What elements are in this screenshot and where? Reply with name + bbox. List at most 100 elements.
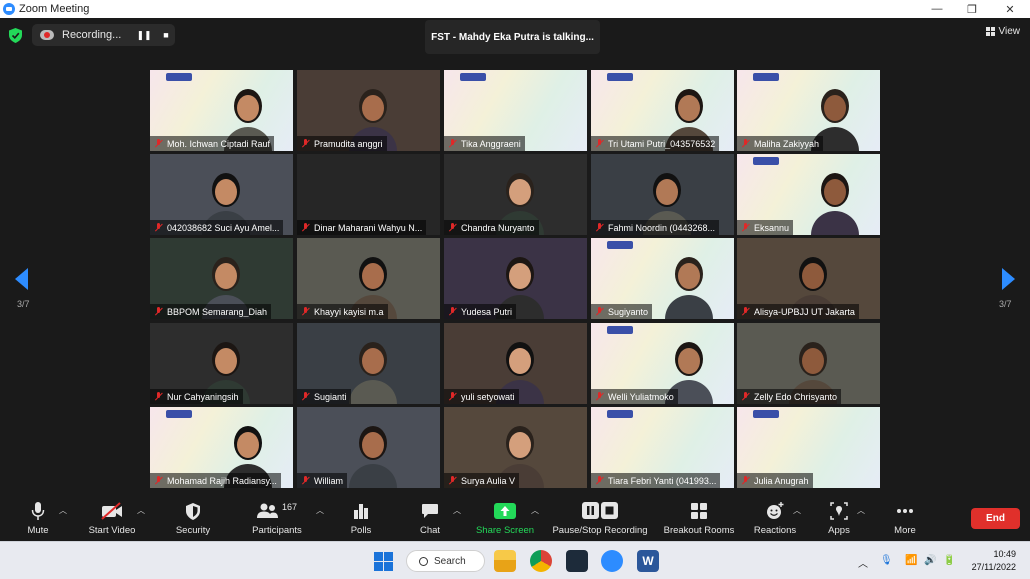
file-explorer-icon[interactable] [494,550,516,572]
participant-name: Sugiyanto [608,306,649,317]
breakout-rooms-button[interactable]: Breakout Rooms [661,500,737,540]
participant-name: Surya Aulia V [461,475,516,486]
participant-tile[interactable]: Zelly Edo Chrisyanto [737,323,880,404]
stop-recording-icon[interactable]: ■ [158,27,174,43]
more-button[interactable]: More [891,500,919,540]
participant-tile[interactable]: Tika Anggraeni [444,70,587,151]
participant-name-bar: Julia Anugrah [737,473,813,488]
slide-logo [753,410,779,418]
participant-tile[interactable]: BBPOM Semarang_Diah [150,238,293,319]
participant-tile[interactable]: Pramudita anggri [297,70,440,151]
participant-tile[interactable]: Sugianti [297,323,440,404]
participant-tile[interactable]: Tiara Febri Yanti (041993... [591,407,734,488]
next-page-arrow-icon[interactable] [1001,268,1015,290]
participant-tile[interactable]: Surya Aulia V [444,407,587,488]
mute-button[interactable]: Mute [23,500,53,540]
battery-icon[interactable]: 🔋 [943,555,955,566]
participants-count: 167 [281,502,298,512]
participants-icon: 167 [256,500,298,522]
participant-tile[interactable]: Yudesa Putri [444,238,587,319]
muted-mic-icon [154,392,163,401]
breakout-rooms-label: Breakout Rooms [663,525,735,536]
start-video-button[interactable]: Start Video [84,500,140,540]
app-icon[interactable] [566,550,588,572]
participant-tile[interactable]: Khayyi kayisi m.a [297,238,440,319]
breakout-rooms-icon [691,500,707,522]
participant-name: 042038682 Suci Ayu Amel... [167,222,280,233]
pause-recording-icon[interactable]: ❚❚ [136,27,152,43]
muted-mic-icon [301,392,310,401]
share-screen-button[interactable]: Share Screen [474,500,536,540]
participant-tile[interactable]: yuli setyowati [444,323,587,404]
close-button[interactable]: ✕ [993,0,1027,18]
participant-tile[interactable]: Fahmi Noordin (0443268... [591,154,734,235]
participant-name: Alisya-UPBJJ UT Jakarta [754,306,855,317]
participant-tile[interactable]: Moh. Ichwan Ciptadi Rauf [150,70,293,151]
participant-name-bar: Moh. Ichwan Ciptadi Rauf [150,136,275,151]
participant-tile[interactable]: Maliha Zakiyyah [737,70,880,151]
share-caret-icon[interactable]: ︿ [531,505,539,516]
participant-tile[interactable]: Tri Utami Putri_043576532 [591,70,734,151]
apps-button[interactable]: Apps [827,500,851,540]
pause-stop-recording-label: Pause/Stop Recording [552,525,648,536]
chrome-icon[interactable] [530,550,552,572]
participant-tile[interactable]: Alisya-UPBJJ UT Jakarta [737,238,880,319]
participant-name-bar: Pramudita anggri [297,136,387,151]
participant-tile[interactable]: Eksannu [737,154,880,235]
tray-microphone-icon[interactable]: 🎙 [880,555,893,566]
participant-tile[interactable]: Chandra Nuryanto [444,154,587,235]
windows-start-icon[interactable] [374,552,393,571]
participants-label: Participants [252,525,302,536]
muted-mic-icon [154,139,163,148]
volume-icon[interactable]: 🔊 [924,555,936,566]
muted-mic-icon [741,392,750,401]
participant-name-bar: BBPOM Semarang_Diah [150,304,272,319]
chat-button[interactable]: Chat [415,500,445,540]
participants-button[interactable]: 167 Participants [248,500,306,540]
reactions-caret-icon[interactable]: ︿ [793,505,801,516]
wifi-icon[interactable]: 📶 [905,555,917,566]
participant-name-bar: Tiara Febri Yanti (041993... [591,473,721,488]
tray-overflow-icon[interactable]: ︿ [858,555,868,570]
participant-tile[interactable]: Dinar Maharani Wahyu N... [297,154,440,235]
zoom-taskbar-icon[interactable] [601,550,623,572]
taskbar-search[interactable]: Search [406,550,485,572]
pause-stop-recording-button[interactable]: Pause/Stop Recording [549,500,651,540]
participant-tile[interactable]: Nur Cahyaningsih [150,323,293,404]
participant-tile[interactable]: 042038682 Suci Ayu Amel... [150,154,293,235]
minimize-button[interactable]: — [920,0,954,18]
participant-tile[interactable]: Mohamad Rajih Radiansy... [150,407,293,488]
participant-tile[interactable]: Welli Yuliatmoko [591,323,734,404]
encryption-shield-icon[interactable] [9,28,22,43]
maximize-button[interactable]: ❐ [955,0,989,18]
recording-indicator: Recording... ❚❚ ■ [32,24,175,46]
participant-name: BBPOM Semarang_Diah [167,306,268,317]
view-button[interactable]: View [985,26,1020,37]
more-label: More [894,525,916,536]
muted-mic-icon [301,223,310,232]
muted-mic-icon [154,476,163,485]
video-options-caret-icon[interactable]: ︿ [137,505,145,516]
taskbar-clock[interactable]: 10:49 27/11/2022 [972,548,1016,574]
security-button[interactable]: Security [172,500,214,540]
reactions-button[interactable]: Reactions [752,500,798,540]
participant-name-bar: Eksannu [737,220,794,235]
audio-options-caret-icon[interactable]: ︿ [59,505,67,516]
slide-logo [753,73,779,81]
end-meeting-button[interactable]: End [971,508,1020,529]
participant-name-bar: Maliha Zakiyyah [737,136,824,151]
participant-tile[interactable]: Julia Anugrah [737,407,880,488]
participant-name-bar: Tri Utami Putri_043576532 [591,136,720,151]
participants-caret-icon[interactable]: ︿ [316,505,324,516]
participant-name-bar: yuli setyowati [444,389,519,404]
previous-page-arrow-icon[interactable] [15,268,29,290]
apps-caret-icon[interactable]: ︿ [857,505,865,516]
chat-caret-icon[interactable]: ︿ [453,505,461,516]
word-icon[interactable]: W [637,550,659,572]
polls-button[interactable]: Polls [346,500,376,540]
muted-mic-icon [154,223,163,232]
participant-name: Eksannu [754,222,790,233]
muted-mic-icon [595,139,604,148]
participant-tile[interactable]: Sugiyanto [591,238,734,319]
participant-tile[interactable]: William [297,407,440,488]
